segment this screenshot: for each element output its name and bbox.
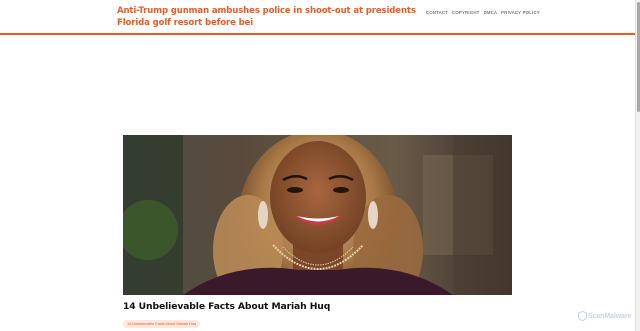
- nav-item-copyright[interactable]: COPYRIGHT: [452, 10, 480, 15]
- site-header: Anti-Trump gunman ambushes police in sho…: [0, 0, 636, 35]
- main-nav: CONTACT COPYRIGHT DMCA PRIVACY POLICY: [420, 9, 540, 16]
- shield-icon: [578, 310, 587, 322]
- badge-label: ScanMalware: [588, 312, 632, 320]
- article-title[interactable]: 14 Unbelievable Facts About Mariah Huq: [123, 301, 330, 312]
- article-tag[interactable]: 14 Unbelievable Facts About Mariah Huq: [123, 320, 201, 328]
- nav-item-dmca[interactable]: DMCA: [484, 10, 498, 15]
- hero-photo-illustration: [123, 135, 512, 295]
- hero-image: [123, 135, 512, 295]
- page-scrollbar[interactable]: [635, 0, 640, 331]
- scanmalware-badge[interactable]: ScanMalware: [578, 310, 632, 322]
- nav-item-contact[interactable]: CONTACT: [426, 10, 448, 15]
- site-title[interactable]: Anti-Trump gunman ambushes police in sho…: [117, 5, 417, 29]
- nav-item-privacy-policy[interactable]: PRIVACY POLICY: [501, 10, 540, 15]
